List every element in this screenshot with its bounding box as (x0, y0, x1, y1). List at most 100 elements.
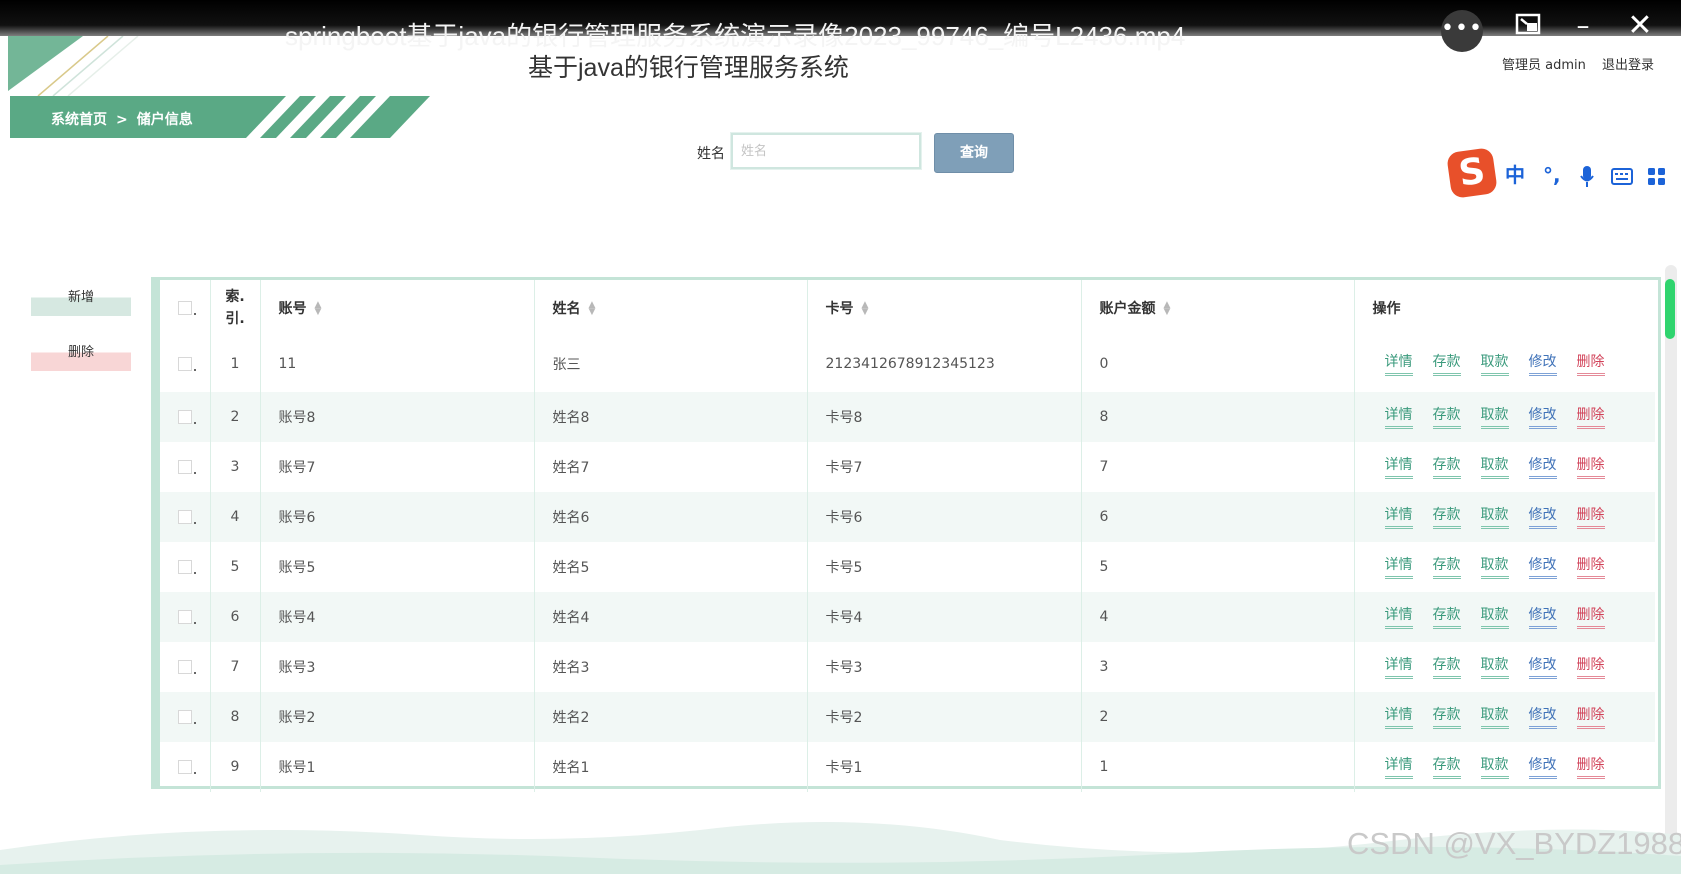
search-input[interactable] (730, 132, 922, 170)
edit-link[interactable]: 修改 (1528, 353, 1557, 376)
delete-link[interactable]: 删除 (1576, 353, 1605, 376)
row-checkbox[interactable] (177, 357, 196, 371)
row-index: 4 (209, 492, 260, 542)
deposit-link[interactable]: 存款 (1432, 556, 1461, 579)
detail-link[interactable]: 详情 (1384, 353, 1413, 376)
detail-link[interactable]: 详情 (1384, 706, 1413, 729)
edit-link[interactable]: 修改 (1528, 556, 1557, 579)
row-checkbox[interactable] (177, 610, 196, 624)
delete-link[interactable]: 删除 (1576, 556, 1605, 579)
row-checkbox[interactable] (177, 760, 196, 774)
delete-link[interactable]: 删除 (1576, 406, 1605, 429)
sort-icon[interactable]: ▲ ▼ (315, 301, 322, 317)
index-header-label: 索. 引. (225, 289, 245, 327)
edit-link[interactable]: 修改 (1528, 606, 1557, 629)
row-account: 账号5 (259, 542, 534, 592)
row-checkbox[interactable] (177, 410, 196, 424)
detail-link[interactable]: 详情 (1384, 756, 1413, 779)
row-index: 9 (209, 742, 260, 792)
edit-link[interactable]: 修改 (1528, 656, 1557, 679)
breadcrumb-home[interactable]: 系统首页 (51, 112, 107, 128)
detail-link[interactable]: 详情 (1384, 456, 1413, 479)
ime-mode[interactable]: 中 (1505, 158, 1525, 192)
scrollbar-thumb[interactable] (1665, 279, 1675, 339)
row-index: 6 (209, 592, 260, 642)
detail-link[interactable]: 详情 (1384, 406, 1413, 429)
close-icon[interactable]: ✕ (1625, 8, 1655, 44)
minimize-icon[interactable]: – (1568, 8, 1598, 44)
delete-link[interactable]: 删除 (1576, 506, 1605, 529)
deposit-link[interactable]: 存款 (1432, 606, 1461, 629)
detail-link[interactable]: 详情 (1384, 506, 1413, 529)
withdraw-link[interactable]: 取款 (1480, 556, 1509, 579)
logout-link[interactable]: 退出登录 (1602, 54, 1654, 73)
picture-in-picture-icon[interactable] (1513, 10, 1543, 40)
edit-link[interactable]: 修改 (1528, 506, 1557, 529)
withdraw-link[interactable]: 取款 (1480, 353, 1509, 376)
row-balance: 5 (1080, 542, 1354, 592)
delete-link[interactable]: 删除 (1576, 756, 1605, 779)
detail-link[interactable]: 详情 (1384, 656, 1413, 679)
edit-link[interactable]: 修改 (1528, 456, 1557, 479)
row-balance: 6 (1080, 492, 1354, 542)
column-header-account[interactable]: 账号 ▲ ▼ (259, 280, 534, 336)
delete-link[interactable]: 删除 (1576, 606, 1605, 629)
withdraw-link[interactable]: 取款 (1480, 706, 1509, 729)
select-all-checkbox[interactable] (177, 301, 196, 315)
edit-link[interactable]: 修改 (1528, 406, 1557, 429)
row-index: 3 (209, 442, 260, 492)
keyboard-icon[interactable] (1611, 158, 1633, 192)
ime-logo[interactable]: S (1446, 147, 1498, 199)
deposit-link[interactable]: 存款 (1432, 756, 1461, 779)
batch-delete-button[interactable]: 删除 (31, 341, 131, 371)
ime-punct[interactable]: °, (1543, 158, 1561, 192)
column-header-card[interactable]: 卡号 ▲ ▼ (806, 280, 1081, 336)
apps-grid-icon[interactable] (1647, 158, 1667, 192)
withdraw-link[interactable]: 取款 (1480, 506, 1509, 529)
column-header-name[interactable]: 姓名 ▲ ▼ (533, 280, 807, 336)
detail-link[interactable]: 详情 (1384, 606, 1413, 629)
row-account: 账号6 (259, 492, 534, 542)
row-checkbox[interactable] (177, 660, 196, 674)
corner-decoration (8, 36, 139, 96)
sort-icon[interactable]: ▲ ▼ (862, 301, 869, 317)
edit-link[interactable]: 修改 (1528, 706, 1557, 729)
page-scrollbar[interactable] (1665, 265, 1677, 855)
withdraw-link[interactable]: 取款 (1480, 606, 1509, 629)
table-row: 9 账号1 姓名1 卡号1 1 详情 存款 取款 修改 删除 (160, 742, 1655, 792)
table-row: 1 11 张三 2123412678912345123 0 详情 存款 取款 修改 删除 (160, 336, 1655, 392)
delete-link[interactable]: 删除 (1576, 706, 1605, 729)
deposit-link[interactable]: 存款 (1432, 406, 1461, 429)
microphone-icon[interactable] (1579, 158, 1595, 192)
add-button[interactable]: 新增 (31, 286, 131, 316)
row-checkbox[interactable] (177, 710, 196, 724)
row-checkbox[interactable] (177, 560, 196, 574)
row-name: 姓名5 (533, 542, 807, 592)
deposit-link[interactable]: 存款 (1432, 656, 1461, 679)
more-icon[interactable]: ••• (1441, 10, 1483, 52)
sort-icon[interactable]: ▲ ▼ (1164, 301, 1171, 317)
name-header-label: 姓名 (552, 301, 581, 317)
delete-link[interactable]: 删除 (1576, 656, 1605, 679)
sort-icon[interactable]: ▲ ▼ (589, 301, 596, 317)
row-checkbox[interactable] (177, 460, 196, 474)
deposit-link[interactable]: 存款 (1432, 456, 1461, 479)
row-select-cell (160, 442, 210, 492)
search-button[interactable]: 查询 (934, 133, 1014, 173)
search-label: 姓名 (697, 146, 725, 162)
table-row: 4 账号6 姓名6 卡号6 6 详情 存款 取款 修改 删除 (160, 492, 1655, 542)
delete-link[interactable]: 删除 (1576, 456, 1605, 479)
withdraw-link[interactable]: 取款 (1480, 456, 1509, 479)
deposit-link[interactable]: 存款 (1432, 353, 1461, 376)
withdraw-link[interactable]: 取款 (1480, 656, 1509, 679)
withdraw-link[interactable]: 取款 (1480, 756, 1509, 779)
row-checkbox[interactable] (177, 510, 196, 524)
deposit-link[interactable]: 存款 (1432, 706, 1461, 729)
detail-link[interactable]: 详情 (1384, 556, 1413, 579)
edit-link[interactable]: 修改 (1528, 756, 1557, 779)
row-name: 姓名4 (533, 592, 807, 642)
withdraw-link[interactable]: 取款 (1480, 406, 1509, 429)
row-account: 账号8 (259, 392, 534, 442)
deposit-link[interactable]: 存款 (1432, 506, 1461, 529)
column-header-balance[interactable]: 账户金额 ▲ ▼ (1080, 280, 1354, 336)
